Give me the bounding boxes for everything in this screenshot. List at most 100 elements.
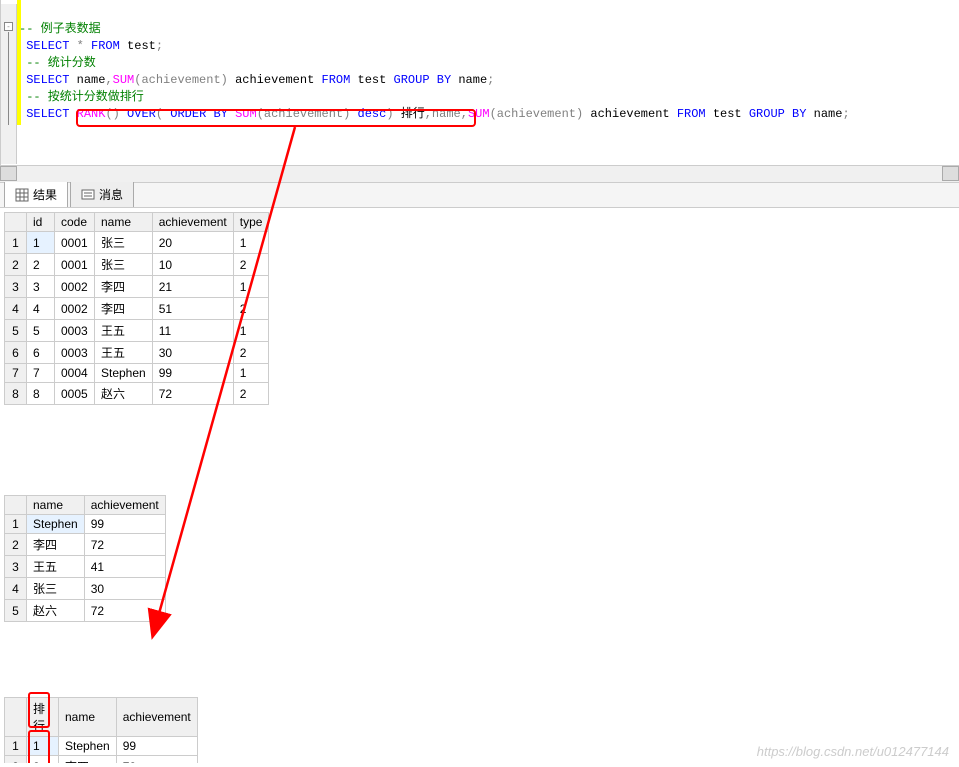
table-row[interactable]: 110001张三201 [5, 232, 269, 254]
cell[interactable]: 0002 [55, 298, 95, 320]
tab-results[interactable]: 结果 [4, 181, 68, 207]
table-row[interactable]: 330002李四211 [5, 276, 269, 298]
cell[interactable]: 1 [27, 232, 55, 254]
cell[interactable]: 1 [233, 364, 269, 383]
cell[interactable]: 72 [84, 600, 165, 622]
cell[interactable]: 5 [27, 320, 55, 342]
cell[interactable]: 1 [233, 276, 269, 298]
col-header[interactable]: achievement [152, 213, 233, 232]
cell[interactable]: 0001 [55, 232, 95, 254]
row-number[interactable]: 3 [5, 276, 27, 298]
row-number[interactable]: 5 [5, 600, 27, 622]
cell[interactable]: Stephen [95, 364, 153, 383]
col-header[interactable]: type [233, 213, 269, 232]
cell[interactable]: 10 [152, 254, 233, 276]
tab-results-label: 结果 [33, 186, 57, 203]
cell[interactable]: 张三 [95, 232, 153, 254]
cell[interactable]: Stephen [27, 515, 85, 534]
col-header[interactable]: achievement [84, 496, 165, 515]
row-number[interactable]: 2 [5, 534, 27, 556]
table-row[interactable]: 4张三30 [5, 578, 166, 600]
cell[interactable]: 张三 [95, 254, 153, 276]
cell[interactable]: 0001 [55, 254, 95, 276]
cell[interactable]: 王五 [27, 556, 85, 578]
table-row[interactable]: 5赵六72 [5, 600, 166, 622]
row-number[interactable]: 2 [5, 254, 27, 276]
cell[interactable]: 30 [152, 342, 233, 364]
row-number[interactable]: 3 [5, 556, 27, 578]
cell[interactable]: 2 [233, 298, 269, 320]
cell[interactable]: 1 [233, 320, 269, 342]
cell[interactable]: 0005 [55, 383, 95, 405]
row-number[interactable]: 2 [5, 756, 27, 764]
cell[interactable]: 2 [233, 254, 269, 276]
cell[interactable]: 6 [27, 342, 55, 364]
row-number[interactable]: 6 [5, 342, 27, 364]
cell[interactable]: 李四 [27, 534, 85, 556]
cell[interactable]: 11 [152, 320, 233, 342]
cell[interactable]: 李四 [95, 298, 153, 320]
table-row[interactable]: 770004Stephen991 [5, 364, 269, 383]
cell[interactable]: 99 [84, 515, 165, 534]
cell[interactable]: 72 [152, 383, 233, 405]
cell[interactable]: 2 [27, 254, 55, 276]
cell[interactable]: 李四 [95, 276, 153, 298]
cell[interactable]: 7 [27, 364, 55, 383]
cell[interactable]: 0002 [55, 276, 95, 298]
col-header[interactable]: name [95, 213, 153, 232]
row-number[interactable]: 4 [5, 298, 27, 320]
table-row[interactable]: 550003王五111 [5, 320, 269, 342]
row-number[interactable]: 1 [5, 515, 27, 534]
result-grid-1[interactable]: id code name achievement type 110001张三20… [4, 212, 269, 405]
col-header[interactable]: achievement [116, 698, 197, 737]
cell[interactable]: 30 [84, 578, 165, 600]
col-header[interactable]: code [55, 213, 95, 232]
table-row[interactable]: 1Stephen99 [5, 515, 166, 534]
cell[interactable]: 99 [152, 364, 233, 383]
row-number[interactable]: 1 [5, 737, 27, 756]
row-number[interactable]: 7 [5, 364, 27, 383]
cell[interactable]: 1 [233, 232, 269, 254]
cell[interactable]: 4 [27, 298, 55, 320]
col-header[interactable]: name [27, 496, 85, 515]
cell[interactable]: 赵六 [27, 600, 85, 622]
tab-messages-label: 消息 [99, 186, 123, 203]
table-row[interactable]: 880005赵六722 [5, 383, 269, 405]
row-number[interactable]: 8 [5, 383, 27, 405]
cell[interactable]: 99 [116, 737, 197, 756]
table-row[interactable]: 440002李四512 [5, 298, 269, 320]
cell[interactable]: 51 [152, 298, 233, 320]
editor-horizontal-scrollbar[interactable] [0, 165, 959, 182]
cell[interactable]: 20 [152, 232, 233, 254]
cell[interactable]: 0003 [55, 342, 95, 364]
cell[interactable]: 72 [84, 534, 165, 556]
table-row[interactable]: 660003王五302 [5, 342, 269, 364]
tab-messages[interactable]: 消息 [70, 181, 134, 207]
table-row[interactable]: 2李四72 [5, 534, 166, 556]
cell[interactable]: 王五 [95, 320, 153, 342]
row-number[interactable]: 5 [5, 320, 27, 342]
col-header[interactable]: id [27, 213, 55, 232]
col-header[interactable]: name [59, 698, 117, 737]
sql-editor-pane: - -- 例子表数据 SELECT * FROM test; -- 统计分数 S… [0, 0, 959, 165]
cell[interactable]: 72 [116, 756, 197, 764]
cell[interactable]: 李四 [59, 756, 117, 764]
cell[interactable]: 3 [27, 276, 55, 298]
cell[interactable]: 王五 [95, 342, 153, 364]
cell[interactable]: 0004 [55, 364, 95, 383]
highlight-rank-clause [76, 109, 476, 127]
cell[interactable]: 张三 [27, 578, 85, 600]
table-row[interactable]: 3王五41 [5, 556, 166, 578]
table-row[interactable]: 220001张三102 [5, 254, 269, 276]
row-number[interactable]: 1 [5, 232, 27, 254]
result-grid-2[interactable]: name achievement 1Stephen992李四723王五414张三… [4, 495, 166, 622]
cell[interactable]: 0003 [55, 320, 95, 342]
cell[interactable]: 2 [233, 383, 269, 405]
cell[interactable]: Stephen [59, 737, 117, 756]
cell[interactable]: 2 [233, 342, 269, 364]
cell[interactable]: 赵六 [95, 383, 153, 405]
cell[interactable]: 21 [152, 276, 233, 298]
cell[interactable]: 8 [27, 383, 55, 405]
cell[interactable]: 41 [84, 556, 165, 578]
row-number[interactable]: 4 [5, 578, 27, 600]
